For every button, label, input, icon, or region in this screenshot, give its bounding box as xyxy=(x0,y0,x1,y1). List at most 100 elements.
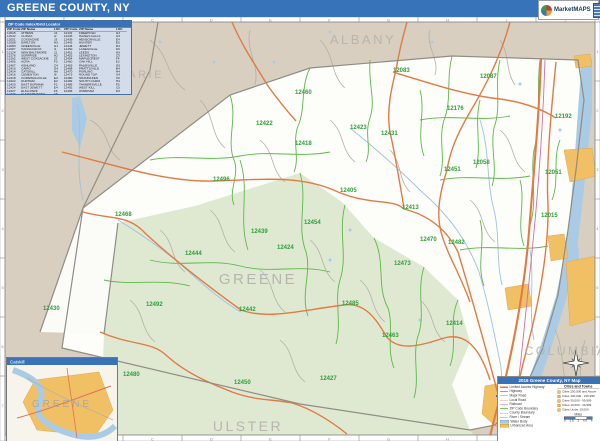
legend-symbol-road-icon xyxy=(500,394,508,397)
zip-code-label: 12424 xyxy=(277,245,294,251)
legend-symbol-local-icon xyxy=(500,399,508,402)
legend-city-label: Cities Under 10,000 xyxy=(562,408,589,411)
inset-title: Catskill xyxy=(10,359,25,364)
city-size-icon xyxy=(558,395,561,398)
legend-symbol-railroad-icon xyxy=(500,403,508,406)
zip-code-label: 12480 xyxy=(123,372,140,378)
legend-symbol-highway-icon xyxy=(500,390,508,393)
zip-code-label: 12468 xyxy=(115,212,132,218)
zip-code-label: 12460 xyxy=(295,90,312,96)
inset-county-label: GREENE xyxy=(32,399,92,410)
logo-text: MarketMAPS xyxy=(554,7,591,13)
legend-entry-label: Urbanized Area xyxy=(511,424,533,428)
legend-line-entries: Limited Access HighwayHighwayMajor RoadL… xyxy=(500,385,556,428)
zip-code-label: 12450 xyxy=(234,380,251,386)
zip-index-cell xyxy=(64,93,79,95)
grid-letter: I xyxy=(506,17,507,22)
map-page: ABCDEFGHIJ ABCDEFGHIJ 1234567 1234567 AL… xyxy=(0,0,600,441)
zip-code-label: 12482 xyxy=(448,240,465,246)
zip-code-label: 12422 xyxy=(256,121,273,127)
legend-entry-label: Major Road xyxy=(510,394,527,398)
legend-entry-label: ZIP Code Boundary xyxy=(510,407,538,411)
legend-city-label: Cities 10,000 - 49,999 xyxy=(562,404,591,407)
legend-entry-label: County Boundary xyxy=(510,411,535,415)
zip-code-label: 12176 xyxy=(447,106,464,112)
title-bar: GREENE COUNTY, NY xyxy=(0,0,600,17)
zip-index-cell: A5 xyxy=(54,93,64,95)
legend-symbol-water-icon xyxy=(500,420,509,424)
zip-code-label: 12405 xyxy=(340,188,357,194)
zip-code-label: 12414 xyxy=(446,321,463,327)
zip-code-label: 12051 xyxy=(545,170,562,176)
legend-city-label: Cities 250,000 and Above xyxy=(562,390,596,393)
scale-tick: 6 xyxy=(591,420,593,423)
zip-code-label: 12192 xyxy=(555,114,572,120)
grid-letter: E xyxy=(269,436,272,441)
legend-title: 2016 Greene County, NY Map xyxy=(498,377,600,384)
legend-symbol-county-icon xyxy=(500,413,508,414)
zip-code-label: 12083 xyxy=(393,68,410,74)
legend-symbol-river-icon xyxy=(500,416,508,419)
zip-code-label: 12015 xyxy=(541,213,558,219)
zip-code-label: 12485 xyxy=(342,301,359,307)
grid-letter: D xyxy=(210,17,213,22)
zip-code-label: 12492 xyxy=(146,302,163,308)
zip-index-cell: FLEISCHMANNS xyxy=(21,93,54,95)
inset-map: GREENE Catskill xyxy=(6,357,118,441)
legend-entry-label: Local Road xyxy=(510,398,526,402)
county-label: ALBANY xyxy=(330,32,396,47)
grid-letter: H xyxy=(446,17,449,22)
legend-symbol-interstate-icon xyxy=(500,386,508,389)
zip-code-label: 12473 xyxy=(394,261,411,267)
city-size-icon xyxy=(558,404,561,407)
zip-code-label: 12451 xyxy=(444,167,461,173)
grid-letter: C xyxy=(151,436,154,441)
grid-letter: G xyxy=(387,17,390,22)
city-size-icon xyxy=(558,408,561,411)
zip-code-label: 12423 xyxy=(350,125,367,131)
zip-index-panel: ZIP Code Index/Grid Locator ZIP Code ZIP… xyxy=(5,20,132,95)
scale-tick: 1.5 xyxy=(569,420,573,423)
legend-city-entries: Cities 250,000 and Above Cities 100,000 -… xyxy=(557,390,600,413)
scale-tick: 0 xyxy=(564,420,566,423)
logo-globe-icon xyxy=(541,5,552,16)
county-label: ULSTER xyxy=(213,418,283,434)
legend-cities-header: Cities and Towns xyxy=(557,385,600,389)
legend-city-label: Cities 100,000 - 249,999 xyxy=(562,395,595,398)
zip-index-title: ZIP Code Index/Grid Locator xyxy=(6,21,131,28)
zip-code-label: 12427 xyxy=(320,376,337,382)
legend-panel: 2016 Greene County, NY Map Limited Acces… xyxy=(497,376,600,441)
legend-symbol-urban-icon xyxy=(500,424,509,428)
marketmaps-logo: MarketMAPS xyxy=(538,0,599,20)
zip-code-label: 12470 xyxy=(420,237,437,243)
zip-code-label: 12454 xyxy=(304,220,321,226)
zip-code-label: 12496 xyxy=(213,177,230,183)
zip-code-label: 12463 xyxy=(382,333,399,339)
legend-entry: Urbanized Area xyxy=(500,424,556,428)
zip-code-label: 12418 xyxy=(295,141,312,147)
zip-index-table: 12015ATHENSJ412431FREEHOLDG212042CLIMAXI… xyxy=(6,32,131,95)
legend-entry-label: Railroad xyxy=(510,403,522,407)
legend-entry-label: Water Body xyxy=(511,420,528,424)
logo-box-icon xyxy=(593,3,600,18)
zip-code-label: 12444 xyxy=(185,251,202,257)
zip-code-label: 12058 xyxy=(473,160,490,166)
zip-index-cell xyxy=(116,93,127,95)
legend-city-label: Cities 50,000 - 99,999 xyxy=(562,399,591,402)
zip-code-label: 12439 xyxy=(251,229,268,235)
county-label: GREENE xyxy=(219,271,297,288)
legend-entry-label: Highway xyxy=(510,390,522,394)
grid-letter: D xyxy=(210,436,213,441)
grid-letter: G xyxy=(387,436,390,441)
city-size-icon xyxy=(558,390,561,393)
county-label: COLUMBIA xyxy=(525,344,600,358)
zip-code-label: 12431 xyxy=(381,131,398,137)
zip-index-cell xyxy=(79,93,116,95)
grid-letter: H xyxy=(446,436,449,441)
grid-letter: E xyxy=(269,17,272,22)
zip-index-cell: 12430 xyxy=(7,93,21,95)
grid-letter: C xyxy=(151,17,154,22)
zip-code-label: 12087 xyxy=(480,74,497,80)
legend-symbol-zip-icon xyxy=(500,407,508,410)
zip-code-label: 12430 xyxy=(43,306,60,312)
